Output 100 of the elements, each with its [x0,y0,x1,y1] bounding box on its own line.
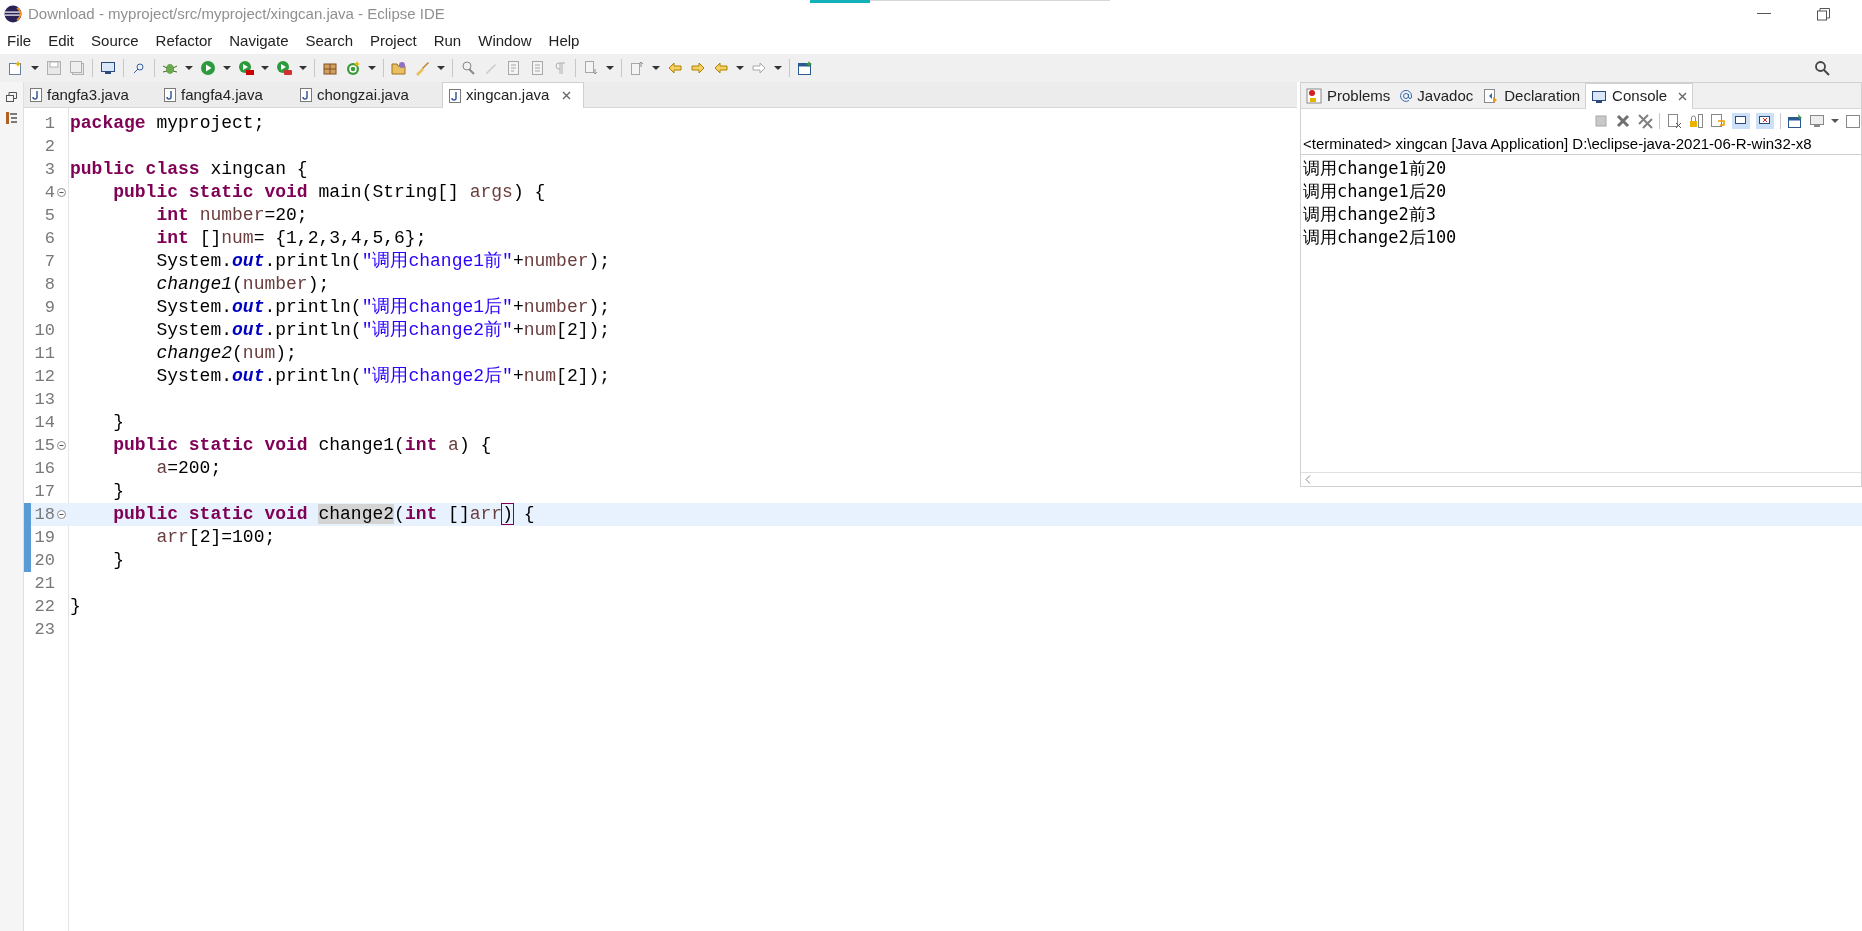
code-line: } [112,480,124,503]
clear-console-icon[interactable] [1666,113,1682,129]
console-output-line: 调用change1前20 [1303,157,1448,180]
menu-item[interactable]: Window [478,29,532,53]
menu-item[interactable]: Navigate [229,29,289,53]
warning-list-icon [1306,88,1322,104]
collapse-icon[interactable] [57,510,66,519]
code-line: System.out.println("调用change2前"+num[2]); [155,319,611,342]
dropdown-caret-icon[interactable] [261,66,269,70]
menu-item[interactable]: Help [548,29,580,53]
line-number: 6 [43,227,55,250]
code-line: } [112,411,124,434]
search-text-icon[interactable] [460,60,476,76]
view-tab[interactable]: Console [1585,83,1694,109]
dropdown-caret-icon[interactable] [299,66,307,70]
run-tool-icon[interactable] [276,60,292,76]
editor-tab[interactable]: fangfa3.java [24,82,158,108]
word-wrap-icon[interactable] [1710,113,1726,129]
editor-tab[interactable]: chongzai.java [294,82,442,108]
line-number: 9 [43,296,55,319]
menu-item[interactable]: Edit [48,29,75,53]
view-tab[interactable]: Problems [1301,83,1396,109]
back-arrow-icon[interactable] [713,60,729,76]
menu-item[interactable]: Source [91,29,139,53]
dropdown-caret-icon[interactable] [736,66,744,70]
view-tab[interactable]: Javadoc [1395,83,1479,109]
show-error-icon[interactable] [1756,113,1774,129]
console-output-line: 调用change2后100 [1303,226,1458,249]
dropdown-caret-icon[interactable] [223,66,231,70]
dropdown-caret-icon[interactable] [774,66,782,70]
menu-item[interactable]: Refactor [155,29,213,53]
scroll-lock-icon[interactable] [1688,113,1704,129]
line-number: 2 [43,135,55,158]
monitor-icon[interactable] [100,60,116,76]
last-edit-forward-icon[interactable] [690,60,706,76]
dropdown-caret-icon[interactable] [437,66,445,70]
restore-view-icon[interactable] [6,92,17,102]
last-edit-back-icon[interactable] [667,60,683,76]
code-line: int []num= {1,2,3,4,5,6}; [155,227,427,250]
new-file-icon[interactable] [8,60,24,76]
menu-item[interactable]: File [7,29,32,53]
remove-icon[interactable] [1615,113,1631,129]
console-output-line: 调用change1后20 [1303,180,1448,203]
new-class-icon[interactable] [345,60,361,76]
package-icon[interactable] [322,60,338,76]
new-console-icon[interactable] [1845,113,1861,129]
dropdown-caret-icon[interactable] [185,66,193,70]
outline-icon[interactable] [6,112,17,124]
show-output-icon[interactable] [1732,113,1750,129]
dropdown-caret-icon[interactable] [368,66,376,70]
code-line: arr[2]=100; [155,526,276,549]
dropdown-caret-icon[interactable] [606,66,614,70]
open-folder-icon[interactable] [391,60,407,76]
code-line: System.out.println("调用change1后"+number); [155,296,611,319]
code-line: change1(number); [155,273,330,296]
code-line: int number=20; [155,204,308,227]
line-number: 13 [33,388,55,411]
editor-tab[interactable]: fangfa4.java [158,82,294,108]
view-tab[interactable]: Declaration [1478,83,1586,109]
line-number: 15 [33,434,55,457]
collapse-icon[interactable] [57,188,66,197]
run-coverage-icon[interactable] [238,60,254,76]
menu-item[interactable]: Project [370,29,417,53]
line-number: 7 [43,250,55,273]
line-number: 12 [33,365,55,388]
editor-tab[interactable]: xingcan.java [442,82,584,108]
collapse-icon[interactable] [57,441,66,450]
remove-all-icon[interactable] [1637,113,1653,129]
close-icon[interactable] [562,91,572,100]
close-icon[interactable] [1678,92,1688,101]
menu-item[interactable]: Search [305,29,353,53]
code-line: System.out.println("调用change1前"+number); [155,250,611,273]
java-file-icon [30,88,42,102]
java-file-icon [164,88,176,102]
run-icon[interactable] [200,60,216,76]
pin-console-icon[interactable] [1787,113,1803,129]
line-number: 8 [43,273,55,296]
java-file-icon [449,88,461,103]
console-header: <terminated> xingcan [Java Application] D:\eclipse-java-2021-06-R-win32-x8 [1301,133,1861,155]
restore-icon[interactable] [1817,7,1830,21]
search-icon[interactable] [1814,60,1830,76]
console-output-line: 调用change2前3 [1303,203,1437,226]
code-line: public static void change1(int a) { [112,434,492,457]
minimize-icon[interactable] [1757,13,1771,15]
line-number: 5 [43,204,55,227]
line-number: 17 [33,480,55,503]
line-number: 4 [43,181,55,204]
code-line: a=200; [155,457,222,480]
code-line: change2(num); [155,342,297,365]
code-line: public static void main(String[] args) { [112,181,546,204]
dropdown-caret-icon[interactable] [652,66,660,70]
dropdown-caret-icon[interactable] [31,66,39,70]
open-perspective-icon[interactable] [797,60,813,76]
line-number: 14 [33,411,55,434]
console-icon [1591,88,1608,105]
menu-item[interactable]: Run [433,29,462,53]
dropdown-caret-icon[interactable] [1831,119,1839,123]
window-title: Download - myproject/src/myproject/xingcan.java - Eclipse IDE [28,3,445,24]
display-console-icon[interactable] [1809,113,1825,129]
code-line: System.out.println("调用change2后"+num[2]); [155,365,611,388]
